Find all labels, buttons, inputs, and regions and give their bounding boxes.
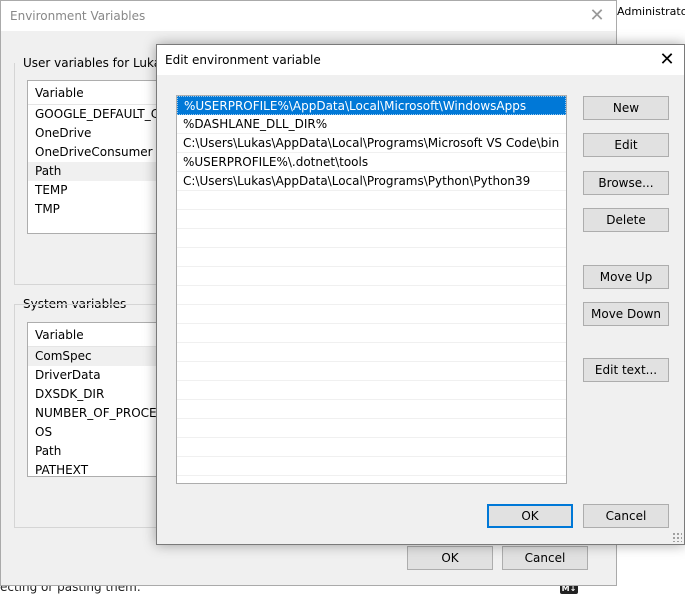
edit-button[interactable]: Edit [583, 133, 669, 157]
move-up-button[interactable]: Move Up [583, 265, 669, 289]
user-variables-list[interactable]: Variable GOOGLE_DEFAULT_CLIE OneDrive OneD… [27, 80, 177, 234]
variable-row[interactable]: OneDriveConsumer [28, 143, 176, 162]
env-ok-button[interactable]: OK [407, 546, 493, 570]
variable-row[interactable]: DriverData [28, 366, 176, 385]
variable-row[interactable]: DXSDK_DIR [28, 385, 176, 404]
variable-row[interactable]: OneDrive [28, 124, 176, 143]
variable-row[interactable]: GOOGLE_DEFAULT_CLIE [28, 105, 176, 124]
variable-row[interactable]: PATHEXT [28, 461, 176, 476]
path-entries-list[interactable]: %USERPROFILE%\AppData\Local\Microsoft\Wi… [176, 95, 567, 484]
empty-path-row[interactable] [177, 229, 566, 248]
resize-grip-icon[interactable] [672, 532, 682, 542]
edit-dialog-title: Edit environment variable [165, 53, 321, 67]
variable-row[interactable]: Path [28, 162, 176, 181]
variable-row[interactable]: NUMBER_OF_PROCESS [28, 404, 176, 423]
delete-button[interactable]: Delete [583, 208, 669, 232]
empty-path-row[interactable] [177, 457, 566, 476]
path-entry[interactable]: %DASHLANE_DLL_DIR% [177, 115, 566, 134]
variable-row[interactable]: TEMP [28, 181, 176, 200]
system-variables-list[interactable]: Variable ComSpec DriverData DXSDK_DIR NUMBE… [27, 322, 177, 477]
edit-dialog-titlebar: Edit environment variable ✕ [157, 45, 684, 75]
env-window-title: Environment Variables [10, 9, 146, 23]
variable-row[interactable]: Path [28, 442, 176, 461]
env-titlebar: Environment Variables ✕ [1, 1, 616, 31]
cancel-button[interactable]: Cancel [583, 504, 669, 528]
empty-path-row[interactable] [177, 191, 566, 210]
empty-path-row[interactable] [177, 267, 566, 286]
ok-button[interactable]: OK [487, 504, 573, 528]
empty-path-row[interactable] [177, 438, 566, 457]
variable-row[interactable]: TMP [28, 200, 176, 219]
browse-button[interactable]: Browse... [583, 171, 669, 195]
background-text-top-right: Administrator to [617, 5, 685, 18]
column-header-variable[interactable]: Variable [28, 81, 176, 105]
empty-path-row[interactable] [177, 343, 566, 362]
close-icon[interactable]: ✕ [656, 49, 678, 71]
env-cancel-button[interactable]: Cancel [502, 546, 588, 570]
edit-environment-variable-dialog: Edit environment variable ✕ %USERPROFILE… [156, 44, 685, 545]
edit-text-button[interactable]: Edit text... [583, 358, 669, 382]
variable-row[interactable]: ComSpec [28, 347, 176, 366]
path-entry[interactable]: %USERPROFILE%\AppData\Local\Microsoft\Wi… [177, 96, 566, 115]
empty-path-row[interactable] [177, 210, 566, 229]
empty-path-row[interactable] [177, 248, 566, 267]
path-entry[interactable]: C:\Users\Lukas\AppData\Local\Programs\Mi… [177, 134, 566, 153]
column-header-variable[interactable]: Variable [28, 323, 176, 347]
empty-path-row[interactable] [177, 419, 566, 438]
empty-path-row[interactable] [177, 362, 566, 381]
move-down-button[interactable]: Move Down [583, 302, 669, 326]
empty-path-row[interactable] [177, 286, 566, 305]
empty-path-row[interactable] [177, 381, 566, 400]
empty-path-row[interactable] [177, 324, 566, 343]
path-entry[interactable]: %USERPROFILE%\.dotnet\tools [177, 153, 566, 172]
new-button[interactable]: New [583, 96, 669, 120]
empty-path-row[interactable] [177, 305, 566, 324]
close-icon[interactable]: ✕ [586, 5, 608, 27]
path-entry[interactable]: C:\Users\Lukas\AppData\Local\Programs\Py… [177, 172, 566, 191]
empty-path-row[interactable] [177, 400, 566, 419]
variable-row[interactable]: OS [28, 423, 176, 442]
